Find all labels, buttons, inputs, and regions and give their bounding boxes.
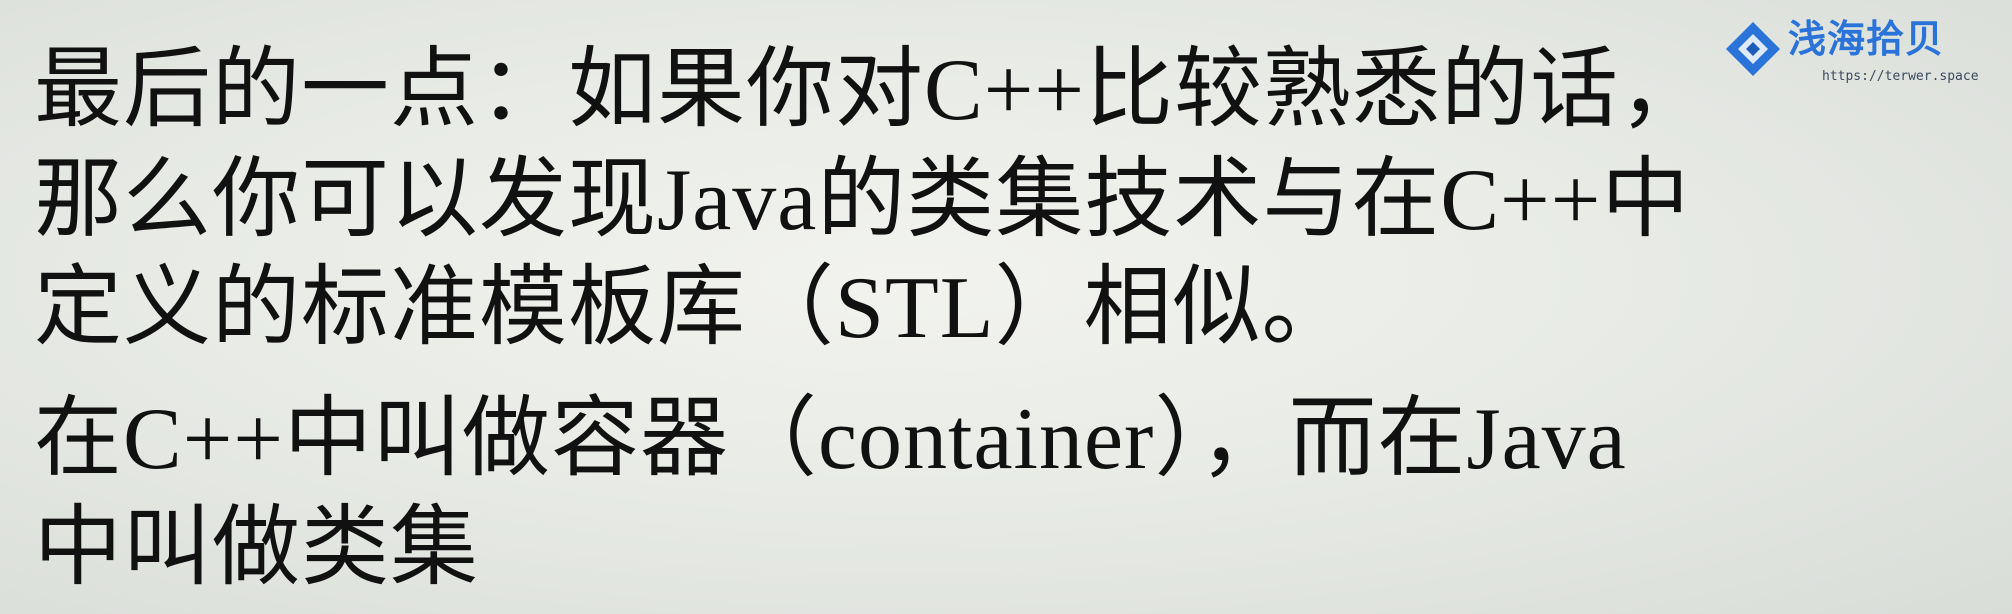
slide-text-line-4: 在C++中叫做容器（container），而在Java [34, 391, 1627, 488]
slide-text-line-5: 中叫做类集 [34, 500, 480, 597]
watermark-url: https://terwer.space [1822, 69, 1979, 84]
slide-text-line-3: 定义的标准模板库（STL）相似。 [34, 260, 1351, 357]
slide-text-line-1: 最后的一点：如果你对C++比较熟悉的话， [34, 42, 1708, 139]
slide-text-line-2: 那么你可以发现Java的类集技术与在C++中 [34, 152, 1691, 249]
diamond-logo-icon [1726, 22, 1780, 76]
watermark: 浅海拾贝 https://terwer.space [1722, 18, 1992, 88]
slide: 最后的一点：如果你对C++比较熟悉的话， 那么你可以发现Java的类集技术与在C… [0, 0, 2012, 614]
watermark-brand: 浅海拾贝 [1788, 17, 1945, 61]
